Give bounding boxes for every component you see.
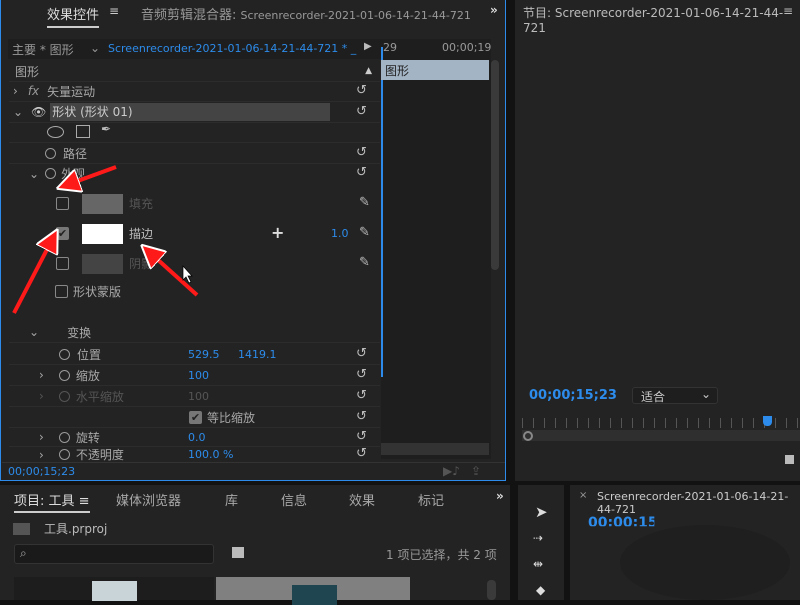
annotation-arrows [0, 0, 800, 600]
arrow-to-stroke-label [147, 250, 197, 295]
mouse-cursor-icon [183, 266, 192, 283]
arrow-to-appearance [64, 167, 116, 186]
arrow-to-stroke-checkbox [14, 236, 54, 313]
